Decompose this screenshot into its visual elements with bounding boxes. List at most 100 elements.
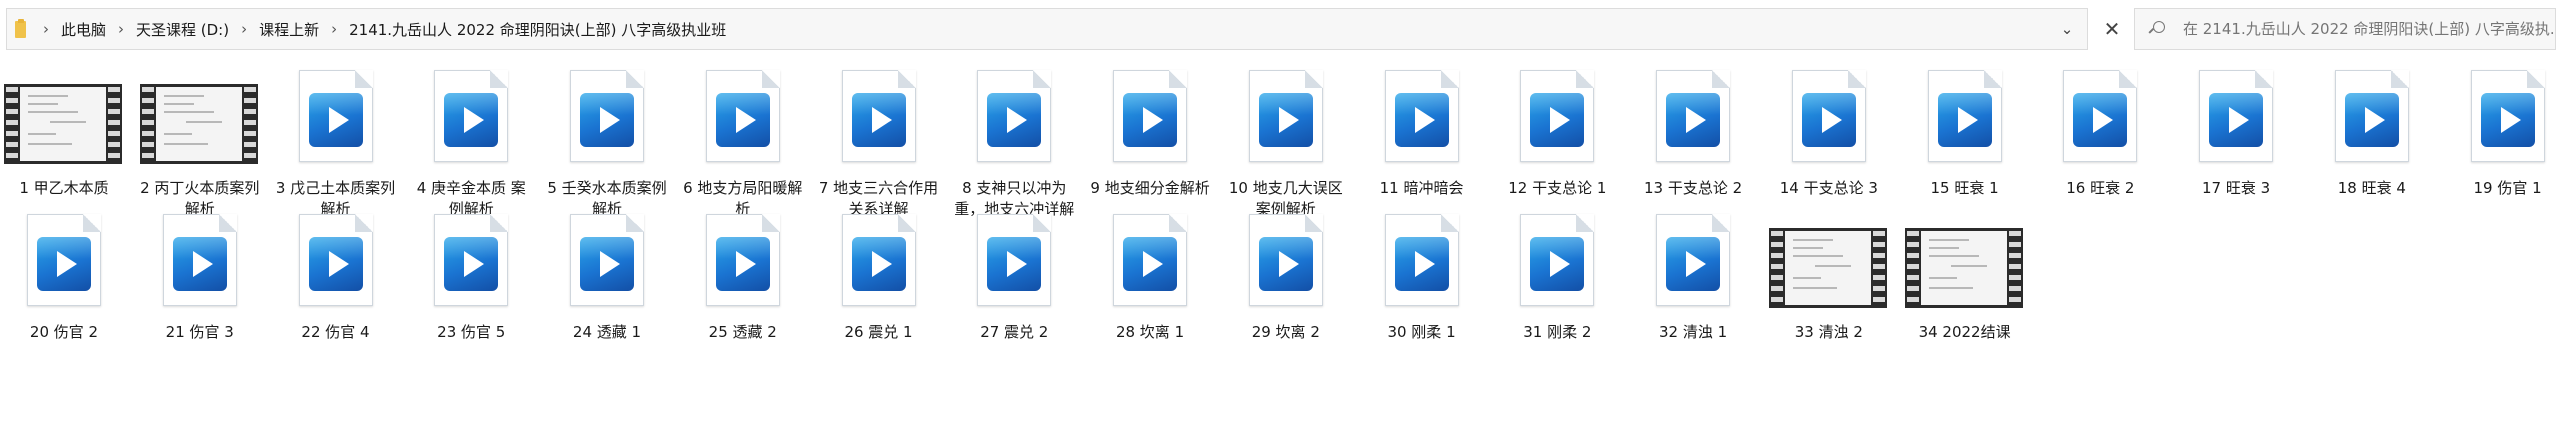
play-icon [715, 93, 770, 147]
file-name: 22 伤官 4 [301, 323, 370, 341]
video-file-icon [2172, 62, 2300, 174]
video-thumbnail [1901, 206, 2029, 318]
play-icon [2209, 93, 2264, 147]
document-icon [1520, 214, 1595, 306]
play-icon [2344, 93, 2399, 147]
document-icon [434, 214, 509, 306]
file-name: 30 刚柔 1 [1387, 323, 1456, 341]
document-icon [298, 214, 373, 306]
address-bar[interactable]: › 此电脑 › 天圣课程 (D:) › 课程上新 › 2141.九岳山人 202… [6, 8, 2088, 50]
breadcrumb-folder[interactable]: 课程上新 [259, 19, 319, 40]
file-grid: 1 甲乙木本质 2 丙丁火本质案列解析 3 戊己土本质案列解析 4 庚辛金本质 案例解… [0, 62, 2560, 448]
file-name: 25 透藏 2 [708, 323, 777, 341]
video-file-icon [815, 62, 943, 174]
video-file-icon [950, 206, 1078, 318]
document-icon [1384, 214, 1459, 306]
document-icon [977, 70, 1052, 162]
file-name: 28 坎离 1 [1115, 323, 1185, 341]
document-icon [1113, 70, 1188, 162]
document-icon [2199, 70, 2274, 162]
video-file-icon [815, 206, 943, 318]
document-icon [705, 214, 780, 306]
video-file-icon [679, 206, 807, 318]
film-strip-icon [139, 84, 258, 164]
document-icon [841, 70, 916, 162]
file-name: 24 透藏 1 [572, 323, 642, 341]
chevron-right-icon[interactable]: › [118, 20, 124, 38]
chevron-down-icon[interactable]: ⌄ [2055, 17, 2079, 41]
file-name: 12 干支总论 1 [1508, 179, 1607, 197]
document-icon [1248, 214, 1323, 306]
search-box[interactable] [2134, 8, 2556, 50]
document-icon [298, 70, 373, 162]
play-icon [2480, 93, 2535, 147]
file-name: 17 旺衰 3 [2202, 179, 2271, 197]
play-icon [308, 93, 363, 147]
breadcrumb-this-pc[interactable]: 此电脑 [61, 19, 106, 40]
document-icon [570, 70, 645, 162]
close-icon[interactable]: ✕ [2090, 8, 2134, 50]
file-name: 19 伤官 1 [2473, 179, 2542, 197]
search-input[interactable] [2183, 20, 2555, 38]
document-icon [841, 214, 916, 306]
play-icon [1394, 237, 1449, 291]
breadcrumb-drive[interactable]: 天圣课程 (D:) [136, 19, 229, 40]
play-icon [444, 237, 499, 291]
chevron-right-icon[interactable]: › [331, 20, 337, 38]
file-name: 18 旺衰 4 [2337, 179, 2406, 197]
document-icon [1791, 70, 1866, 162]
play-icon [1530, 93, 1585, 147]
video-file-icon [272, 62, 400, 174]
file-name: 23 伤官 5 [437, 323, 506, 341]
document-icon [1656, 70, 1731, 162]
video-file-icon [1222, 62, 1350, 174]
video-thumbnail [1765, 206, 1893, 318]
breadcrumb-current-folder[interactable]: 2141.九岳山人 2022 命理阴阳诀(上部) 八字高级执业班 [349, 19, 726, 40]
play-icon [580, 93, 635, 147]
chevron-right-icon[interactable]: › [241, 20, 247, 38]
chevron-right-icon[interactable]: › [43, 20, 49, 38]
video-file-icon [543, 62, 671, 174]
play-icon [444, 93, 499, 147]
play-icon [580, 237, 635, 291]
file-name: 16 旺衰 2 [2066, 179, 2135, 197]
play-icon [1530, 237, 1585, 291]
file-name: 20 伤官 2 [29, 323, 99, 341]
play-icon [1666, 237, 1721, 291]
video-file-icon [2036, 62, 2164, 174]
document-icon [2063, 70, 2138, 162]
play-icon [1123, 93, 1178, 147]
video-file-icon [1358, 62, 1486, 174]
play-icon [1258, 237, 1313, 291]
document-icon [977, 214, 1052, 306]
document-icon [1384, 70, 1459, 162]
file-name: 1 甲乙木本质 [19, 179, 109, 197]
play-icon [1937, 93, 1992, 147]
file-name: 27 震兑 2 [980, 323, 1049, 341]
video-file-icon [1358, 206, 1486, 318]
play-icon [1123, 237, 1178, 291]
video-file-icon [2444, 62, 2560, 174]
video-file-icon [2308, 62, 2436, 174]
file-name: 26 震兑 1 [844, 323, 913, 341]
document-icon [2470, 70, 2545, 162]
file-name: 31 刚柔 2 [1523, 323, 1592, 341]
video-file-icon [272, 206, 400, 318]
document-icon [705, 70, 780, 162]
document-icon [2334, 70, 2409, 162]
play-icon [37, 237, 91, 291]
video-file-icon [1629, 206, 1757, 318]
file-name: 33 清浊 2 [1794, 323, 1863, 341]
video-file-icon [1086, 62, 1214, 174]
play-icon [1666, 93, 1721, 147]
video-file-icon [407, 206, 535, 318]
file-name: 34 2022结课 [1918, 323, 2011, 341]
video-file-icon [0, 206, 128, 318]
play-icon [1258, 93, 1313, 147]
play-icon [715, 237, 770, 291]
video-file-icon [543, 206, 671, 318]
search-icon [2149, 21, 2165, 37]
video-file-icon [950, 62, 1078, 174]
document-icon [570, 214, 645, 306]
film-strip-icon [1904, 228, 2023, 308]
